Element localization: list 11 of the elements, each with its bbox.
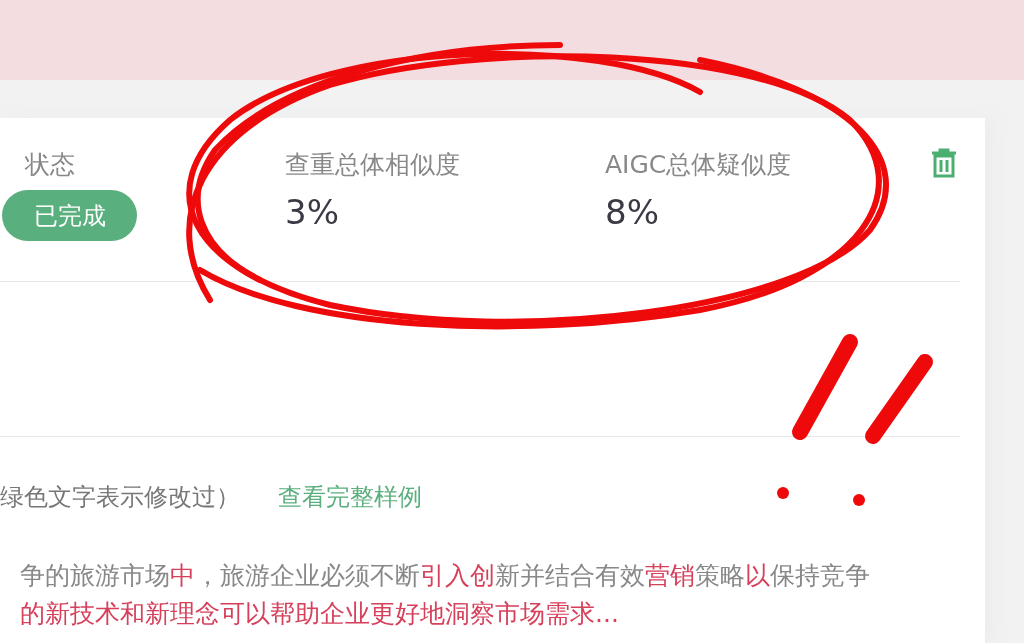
paragraph-line: 的新技术和新理念可以帮助企业更好地洞察市场需求...	[20, 598, 620, 630]
note-text: 绿色文字表示修改过）	[0, 482, 241, 513]
similarity-value: 3%	[285, 192, 339, 232]
status-label: 状态	[23, 149, 75, 181]
aigc-label: AIGC总体疑似度	[605, 149, 792, 181]
similarity-label: 查重总体相似度	[285, 149, 460, 181]
paragraph-line: 争的旅游市场中，旅游企业必须不断引入创新并结合有效营销策略以保持竞争	[20, 560, 871, 592]
aigc-value: 8%	[605, 192, 659, 232]
delete-icon[interactable]	[930, 148, 958, 178]
view-sample-link[interactable]: 查看完整样例	[278, 481, 422, 513]
status-badge: 已完成	[2, 190, 137, 241]
